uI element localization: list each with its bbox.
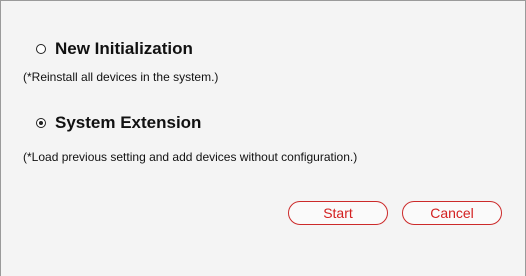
system-extension-label: System Extension [55, 113, 202, 132]
new-initialization-label: New Initialization [55, 39, 193, 58]
start-button[interactable]: Start [288, 201, 388, 225]
system-extension-note: (*Load previous setting and add devices … [23, 150, 358, 164]
system-extension-option[interactable]: System Extension [36, 112, 201, 134]
cancel-button[interactable]: Cancel [402, 201, 502, 225]
window-left-border [0, 0, 1, 276]
system-extension-radio[interactable] [36, 118, 46, 128]
new-initialization-note: (*Reinstall all devices in the system.) [23, 70, 219, 84]
new-initialization-option[interactable]: New Initialization [36, 38, 193, 60]
new-initialization-radio[interactable] [36, 44, 46, 54]
setup-dialog: New Initialization (*Reinstall all devic… [0, 0, 526, 276]
window-top-border [0, 0, 526, 1]
